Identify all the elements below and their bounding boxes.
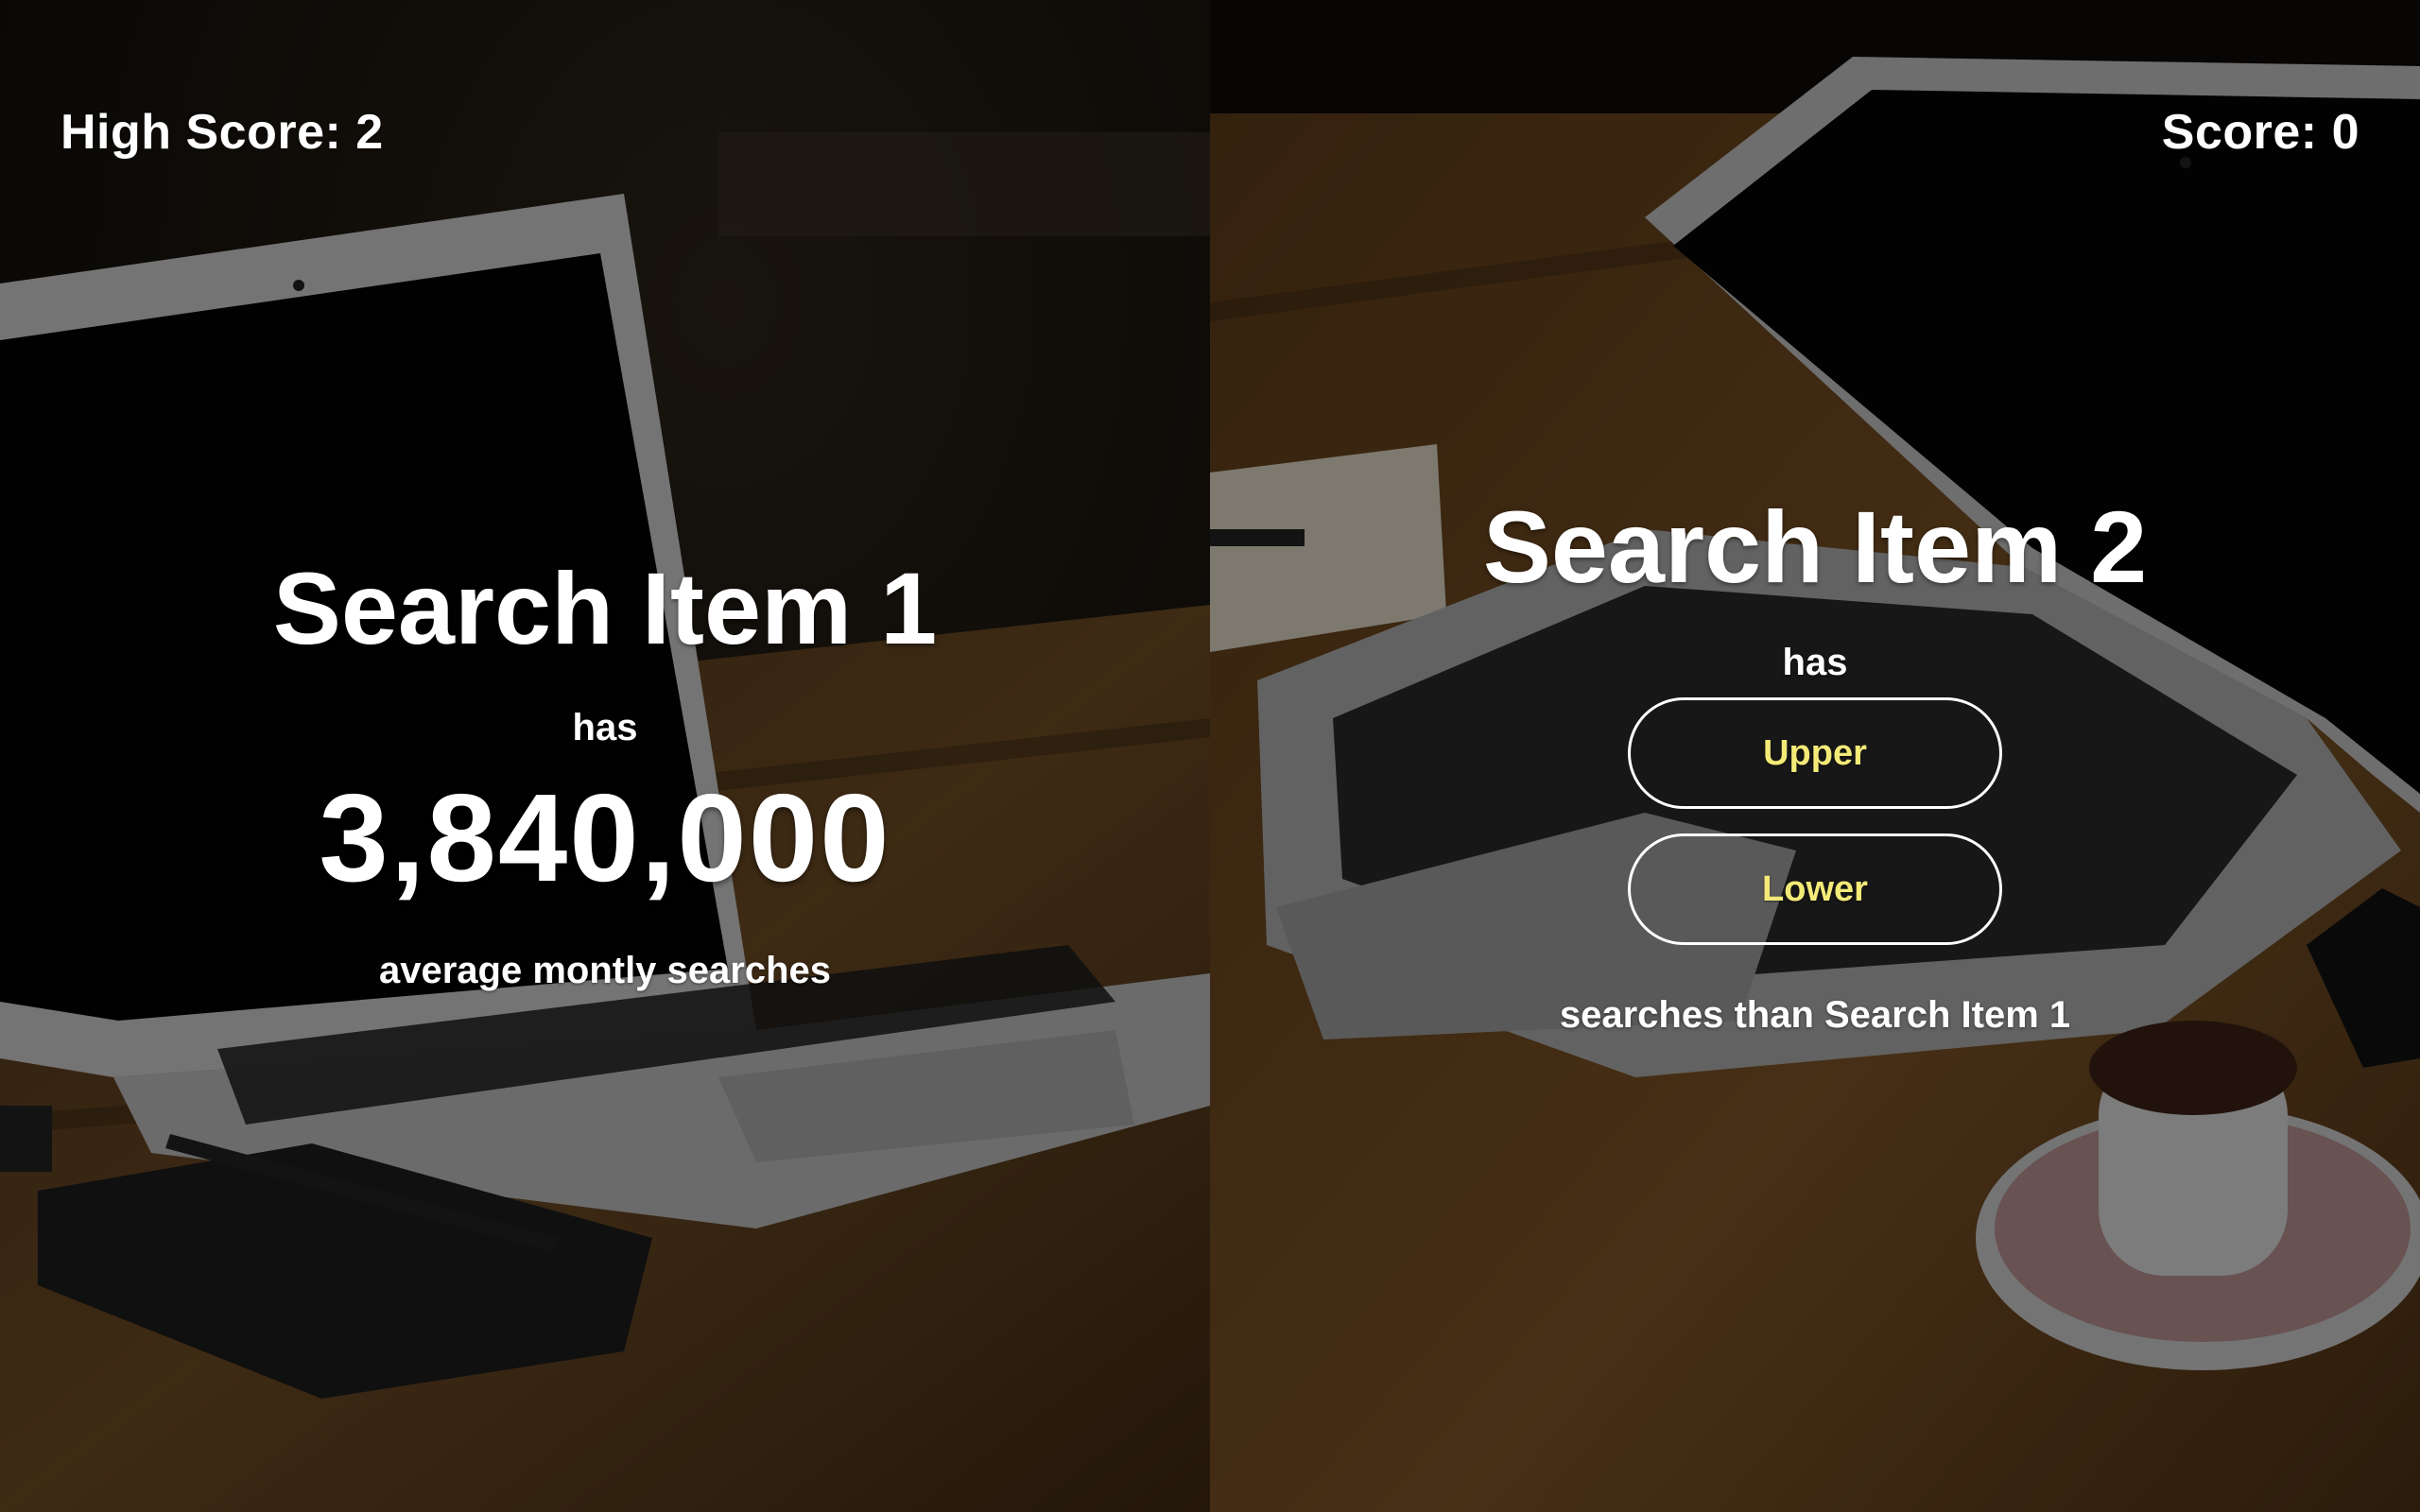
- left-item-title: Search Item 1: [272, 551, 938, 665]
- upper-button[interactable]: Upper: [1628, 697, 2002, 809]
- left-panel: High Score: 2 Search Item 1 has 3,840,00…: [0, 0, 1210, 1512]
- game-stage: High Score: 2 Search Item 1 has 3,840,00…: [0, 0, 2420, 1512]
- right-caption: searches than Search Item 1: [1559, 994, 2071, 1036]
- right-panel: Score: 0 Search Item 2 has Upper Lower s…: [1210, 0, 2420, 1512]
- left-caption: average montly searches: [378, 950, 832, 991]
- left-has-text: has: [572, 707, 638, 748]
- search-volume-number: 3,840,000: [319, 768, 891, 907]
- right-item-block: Search Item 2 has Upper Lower searches t…: [1210, 496, 2420, 1037]
- right-item-title: Search Item 2: [1482, 490, 2148, 604]
- high-score-label: High Score: 2: [60, 105, 384, 160]
- lower-button[interactable]: Lower: [1628, 833, 2002, 945]
- score-label: Score: 0: [2161, 105, 2360, 160]
- right-has-text: has: [1782, 642, 1848, 683]
- left-item-block: Search Item 1 has 3,840,000 average mont…: [0, 558, 1210, 992]
